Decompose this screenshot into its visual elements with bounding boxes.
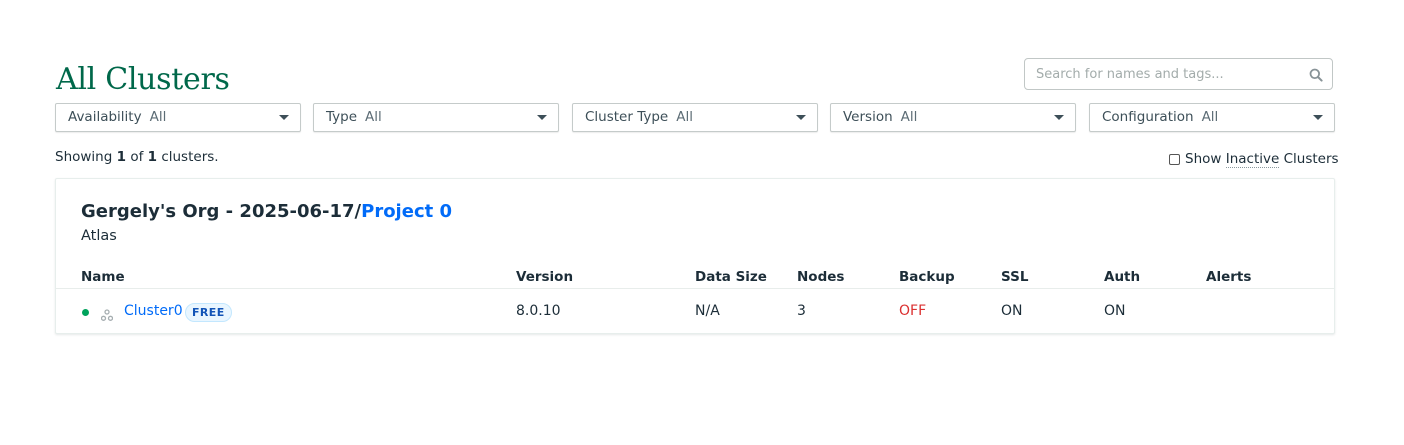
cell-ssl: ON [1001, 303, 1023, 319]
filter-label: Availability [68, 109, 142, 125]
project-card: Gergely's Org - 2025-06-17/Project 0 Atl… [55, 178, 1335, 334]
results-shown: 1 [116, 149, 127, 165]
cell-nodes: 3 [797, 303, 806, 319]
tier-badge: FREE [185, 303, 232, 322]
filter-label: Cluster Type [585, 109, 669, 125]
filter-value: All [149, 109, 167, 125]
filter-label: Type [326, 109, 358, 125]
filter-value: All [365, 109, 382, 125]
caret-down-icon [537, 115, 547, 120]
column-header-ssl: SSL [1001, 269, 1029, 285]
show-inactive-label-underlined: Inactive [1225, 151, 1280, 168]
caret-down-icon [1313, 115, 1323, 120]
org-name: Gergely's Org - 2025-06-17/ [81, 201, 362, 222]
show-inactive-label-prefix: Show [1185, 151, 1222, 167]
filter-version[interactable]: Version All [830, 103, 1076, 132]
filter-bar: Availability All Type All Cluster Type All … [55, 103, 1335, 132]
cell-backup: OFF [899, 303, 927, 319]
column-header-name: Name [81, 269, 125, 285]
cell-data-size: N/A [695, 303, 720, 319]
results-of: of [130, 149, 144, 165]
filter-configuration[interactable]: Configuration All [1089, 103, 1335, 132]
search-input[interactable] [1036, 59, 1301, 89]
show-inactive-checkbox[interactable] [1169, 154, 1180, 165]
project-link[interactable]: Project 0 [361, 201, 452, 222]
page-title: All Clusters [56, 62, 230, 97]
project-subtitle: Atlas [81, 228, 117, 244]
cluster-name-link[interactable]: Cluster0 [124, 303, 183, 319]
filter-cluster-type[interactable]: Cluster Type All [572, 103, 818, 132]
column-header-auth: Auth [1104, 269, 1141, 285]
cell-version: 8.0.10 [516, 303, 561, 319]
caret-down-icon [796, 115, 806, 120]
column-header-backup: Backup [899, 269, 955, 285]
filter-value: All [1201, 109, 1219, 125]
show-inactive-toggle[interactable]: Show Inactive Clusters [1169, 151, 1339, 169]
caret-down-icon [279, 115, 289, 120]
column-header-alerts: Alerts [1206, 269, 1252, 285]
filter-value: All [676, 109, 693, 125]
results-count: Showing 1 of 1 clusters. [55, 149, 219, 165]
results-suffix: clusters. [161, 149, 219, 165]
filter-value: All [900, 109, 918, 125]
cell-auth: ON [1104, 303, 1126, 319]
column-header-version: Version [516, 269, 574, 285]
clusters-page: All Clusters Availability All Type All Clu… [0, 0, 1404, 445]
filter-availability[interactable]: Availability All [55, 103, 301, 132]
column-header-data-size: Data Size [695, 269, 767, 285]
show-inactive-label-suffix: Clusters [1283, 151, 1339, 167]
status-dot-icon [82, 309, 89, 316]
column-header-nodes: Nodes [797, 269, 845, 285]
search-box[interactable] [1024, 58, 1333, 90]
results-total: 1 [147, 149, 158, 165]
table-divider [56, 288, 1334, 289]
replica-set-icon [100, 306, 114, 321]
project-heading: Gergely's Org - 2025-06-17/Project 0 [81, 201, 452, 222]
search-icon[interactable] [1309, 67, 1323, 82]
filter-label: Version [843, 109, 893, 125]
filter-type[interactable]: Type All [313, 103, 559, 132]
caret-down-icon [1054, 115, 1064, 120]
filter-label: Configuration [1102, 109, 1194, 125]
results-prefix: Showing [55, 149, 113, 165]
